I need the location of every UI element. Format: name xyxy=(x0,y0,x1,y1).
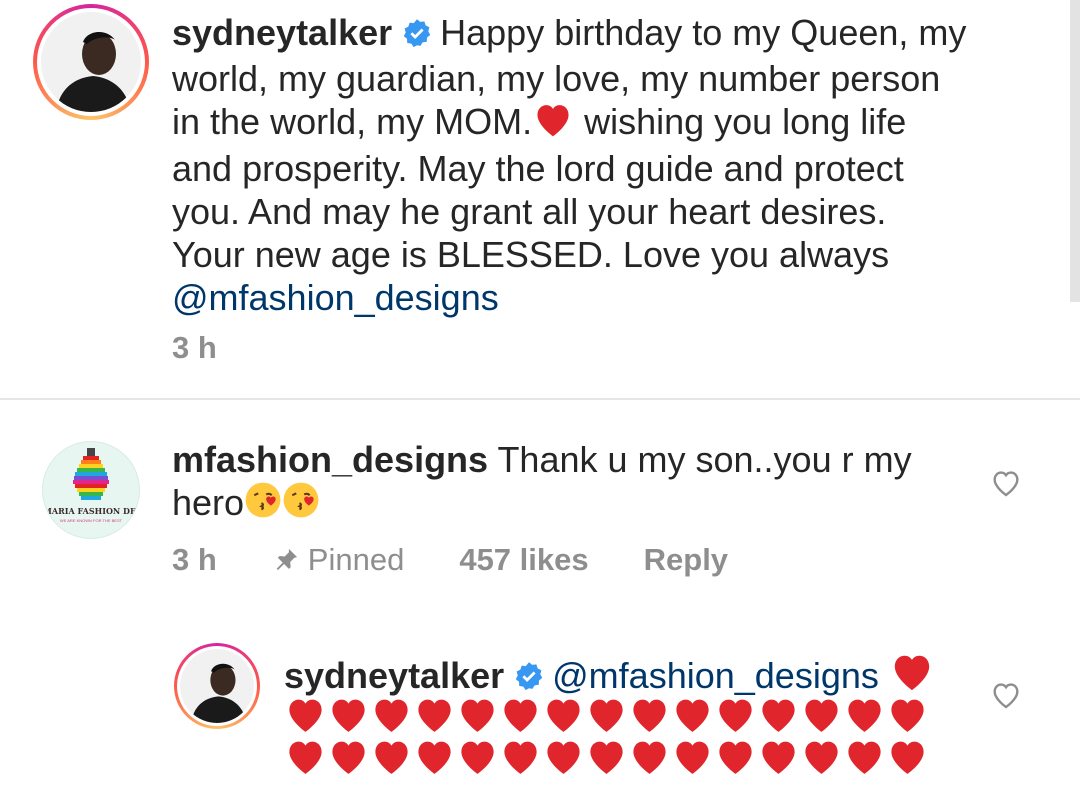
comment-text-line: you. And may he grant all your heart des… xyxy=(172,191,887,232)
comment-username[interactable]: sydneytalker xyxy=(172,12,392,53)
heart-emoji-icon xyxy=(504,741,537,774)
heart-emoji-icon xyxy=(418,741,451,774)
dress-logo-icon xyxy=(73,448,109,500)
comment-meta: 3 h Pinned 457 likes Reply xyxy=(172,542,783,578)
likes-count[interactable]: 457 likes xyxy=(459,542,588,578)
heart-emoji-icon xyxy=(719,741,752,774)
mention-link[interactable]: @mfashion_designs xyxy=(552,655,879,696)
logo-text: MARIA FASHION DESIGNS xyxy=(43,506,140,516)
heart-emoji-icon xyxy=(633,741,666,774)
kiss-emoji-icon xyxy=(282,481,320,528)
heart-emoji-icon xyxy=(547,741,580,774)
pinned-indicator: Pinned xyxy=(272,542,405,578)
heart-emoji-icon xyxy=(590,699,623,732)
pinned-label: Pinned xyxy=(307,542,405,577)
reply-button[interactable]: Reply xyxy=(644,542,728,578)
comment-meta: 3 h xyxy=(172,330,272,366)
heart-emoji-icon xyxy=(762,741,795,774)
comment-text-line: wishing you long life xyxy=(574,101,907,142)
heart-emoji-icon xyxy=(805,741,838,774)
heart-emoji-icon xyxy=(532,100,574,147)
heart-emoji-icon xyxy=(676,741,709,774)
comment-username[interactable]: mfashion_designs xyxy=(172,439,488,480)
kiss-emoji-icon xyxy=(244,481,282,528)
heart-emoji-row xyxy=(284,694,929,734)
heart-emoji-icon xyxy=(805,699,838,732)
heart-emoji-icon xyxy=(289,699,322,732)
profile-photo xyxy=(41,12,141,112)
avatar-sydneytalker[interactable] xyxy=(33,4,149,120)
heart-emoji-icon xyxy=(332,741,365,774)
comment-body: sydneytalker Happy birthday to my Queen, … xyxy=(172,11,1032,319)
like-heart-icon[interactable] xyxy=(990,468,1022,503)
scrollbar[interactable] xyxy=(1070,0,1080,302)
divider xyxy=(0,398,1080,400)
heart-emoji-icon xyxy=(848,699,881,732)
pin-icon xyxy=(276,548,297,571)
comment-text-line: Your new age is BLESSED. Love you always xyxy=(172,234,890,275)
comment-text-line: hero xyxy=(172,482,245,523)
avatar-mfashion-designs[interactable]: MARIA FASHION DESIGNS WE ARE KNOWN FOR T… xyxy=(42,441,140,539)
heart-emoji-icon xyxy=(289,741,322,774)
comment-text-line: Thank u my son..you r my xyxy=(497,439,912,480)
heart-emoji-row xyxy=(284,736,929,776)
heart-emoji-icon xyxy=(891,699,924,732)
heart-emoji-icon xyxy=(332,699,365,732)
heart-emoji-icon xyxy=(719,699,752,732)
heart-emoji-icon xyxy=(375,741,408,774)
comment-text-line: and prosperity. May the lord guide and p… xyxy=(172,148,904,189)
heart-emoji-icon xyxy=(848,741,881,774)
comment-text-line: Happy birthday to my Queen, my xyxy=(440,12,967,53)
comment-username[interactable]: sydneytalker xyxy=(284,655,504,696)
comment-body: mfashion_designs Thank u my son..you r m… xyxy=(172,438,972,528)
heart-emoji-icon xyxy=(633,699,666,732)
timestamp: 3 h xyxy=(172,542,217,577)
like-heart-icon[interactable] xyxy=(990,680,1022,715)
heart-emoji-icon xyxy=(504,699,537,732)
logo-subtext: WE ARE KNOWN FOR THE BEST xyxy=(59,518,123,523)
heart-emoji-icon xyxy=(461,741,494,774)
heart-emoji-icon xyxy=(590,741,623,774)
heart-emoji-icon xyxy=(461,699,494,732)
heart-emoji-icon xyxy=(676,699,709,732)
profile-photo xyxy=(180,649,254,723)
mention-link[interactable]: @mfashion_designs xyxy=(172,276,1032,319)
timestamp: 3 h xyxy=(172,330,217,365)
comment-text-line: in the world, my MOM. xyxy=(172,101,533,142)
verified-badge-icon xyxy=(402,14,432,57)
heart-emoji-icon xyxy=(375,699,408,732)
heart-emoji-icon xyxy=(762,699,795,732)
comment-text-line: world, my guardian, my love, my number p… xyxy=(172,58,941,99)
heart-emoji-icon xyxy=(891,741,924,774)
heart-emoji-icon xyxy=(418,699,451,732)
heart-emoji-icon xyxy=(547,699,580,732)
avatar-sydneytalker-reply[interactable] xyxy=(174,643,260,729)
